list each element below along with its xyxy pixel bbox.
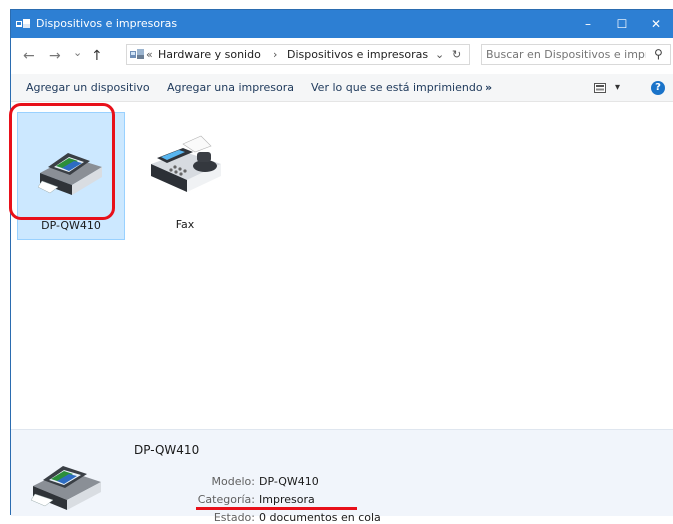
breadcrumb-separator: › — [273, 48, 278, 61]
address-dropdown-icon[interactable]: ⌄ — [435, 48, 444, 61]
fax-icon — [151, 135, 221, 192]
minimize-button[interactable]: – — [571, 10, 605, 38]
forward-button[interactable]: → — [49, 48, 61, 64]
window-title: Dispositivos e impresoras — [36, 17, 178, 30]
device-name-label: DP-QW410 — [41, 219, 101, 232]
help-button[interactable]: ? — [651, 81, 665, 95]
status-underline-annotation — [196, 507, 357, 510]
command-bar: Agregar un dispositivo Agregar una impre… — [11, 74, 673, 102]
devices-and-printers-window: Dispositivos e impresoras – ☐ ✕ ← → ⌄ ↑ … — [10, 9, 673, 524]
category-label: Categoría: — [197, 493, 255, 506]
devices-printers-icon — [16, 19, 30, 28]
selection-highlight-annotation — [9, 103, 115, 220]
breadcrumb-hardware[interactable]: Hardware y sonido — [158, 48, 261, 61]
view-options-icon[interactable] — [594, 83, 606, 93]
overflow-chevrons[interactable]: « — [146, 48, 153, 61]
maximize-button[interactable]: ☐ — [605, 10, 639, 38]
back-button[interactable]: ← — [23, 48, 35, 64]
add-device-button[interactable]: Agregar un dispositivo — [26, 81, 150, 94]
address-box[interactable]: « Hardware y sonido › Dispositivos e imp… — [126, 44, 470, 65]
model-label: Modelo: — [211, 475, 255, 488]
category-value: Impresora — [259, 493, 315, 506]
printer-icon — [31, 466, 101, 510]
model-value: DP-QW410 — [259, 475, 319, 488]
search-icon[interactable]: ⚲ — [654, 47, 663, 61]
title-bar[interactable]: Dispositivos e impresoras – ☐ ✕ — [11, 10, 673, 38]
status-value: 0 documentos en cola — [259, 511, 381, 524]
device-name-label: Fax — [175, 218, 195, 231]
add-printer-button[interactable]: Agregar una impresora — [167, 81, 294, 94]
view-dropdown-icon[interactable]: ▾ — [615, 82, 620, 93]
search-input[interactable] — [486, 46, 646, 63]
breadcrumb-devices[interactable]: Dispositivos e impresoras — [287, 48, 428, 61]
details-pane: DP-QW410 Modelo: DP-QW410 Categoría: Imp… — [11, 429, 673, 524]
location-icon — [130, 49, 144, 59]
address-bar-row: ← → ⌄ ↑ « Hardware y sonido › Dispositiv… — [11, 38, 673, 74]
device-tile-fax[interactable]: Fax — [131, 112, 239, 240]
more-commands-button[interactable]: » — [485, 81, 492, 94]
status-label: Estado: — [213, 511, 255, 524]
close-button[interactable]: ✕ — [639, 10, 673, 38]
recent-locations-button[interactable]: ⌄ — [73, 46, 82, 59]
see-printing-button[interactable]: Ver lo que se está imprimiendo — [311, 81, 483, 94]
search-box[interactable]: ⚲ — [481, 44, 671, 65]
refresh-icon[interactable]: ↻ — [452, 48, 461, 61]
up-button[interactable]: ↑ — [91, 48, 103, 64]
details-device-name: DP-QW410 — [134, 443, 200, 457]
